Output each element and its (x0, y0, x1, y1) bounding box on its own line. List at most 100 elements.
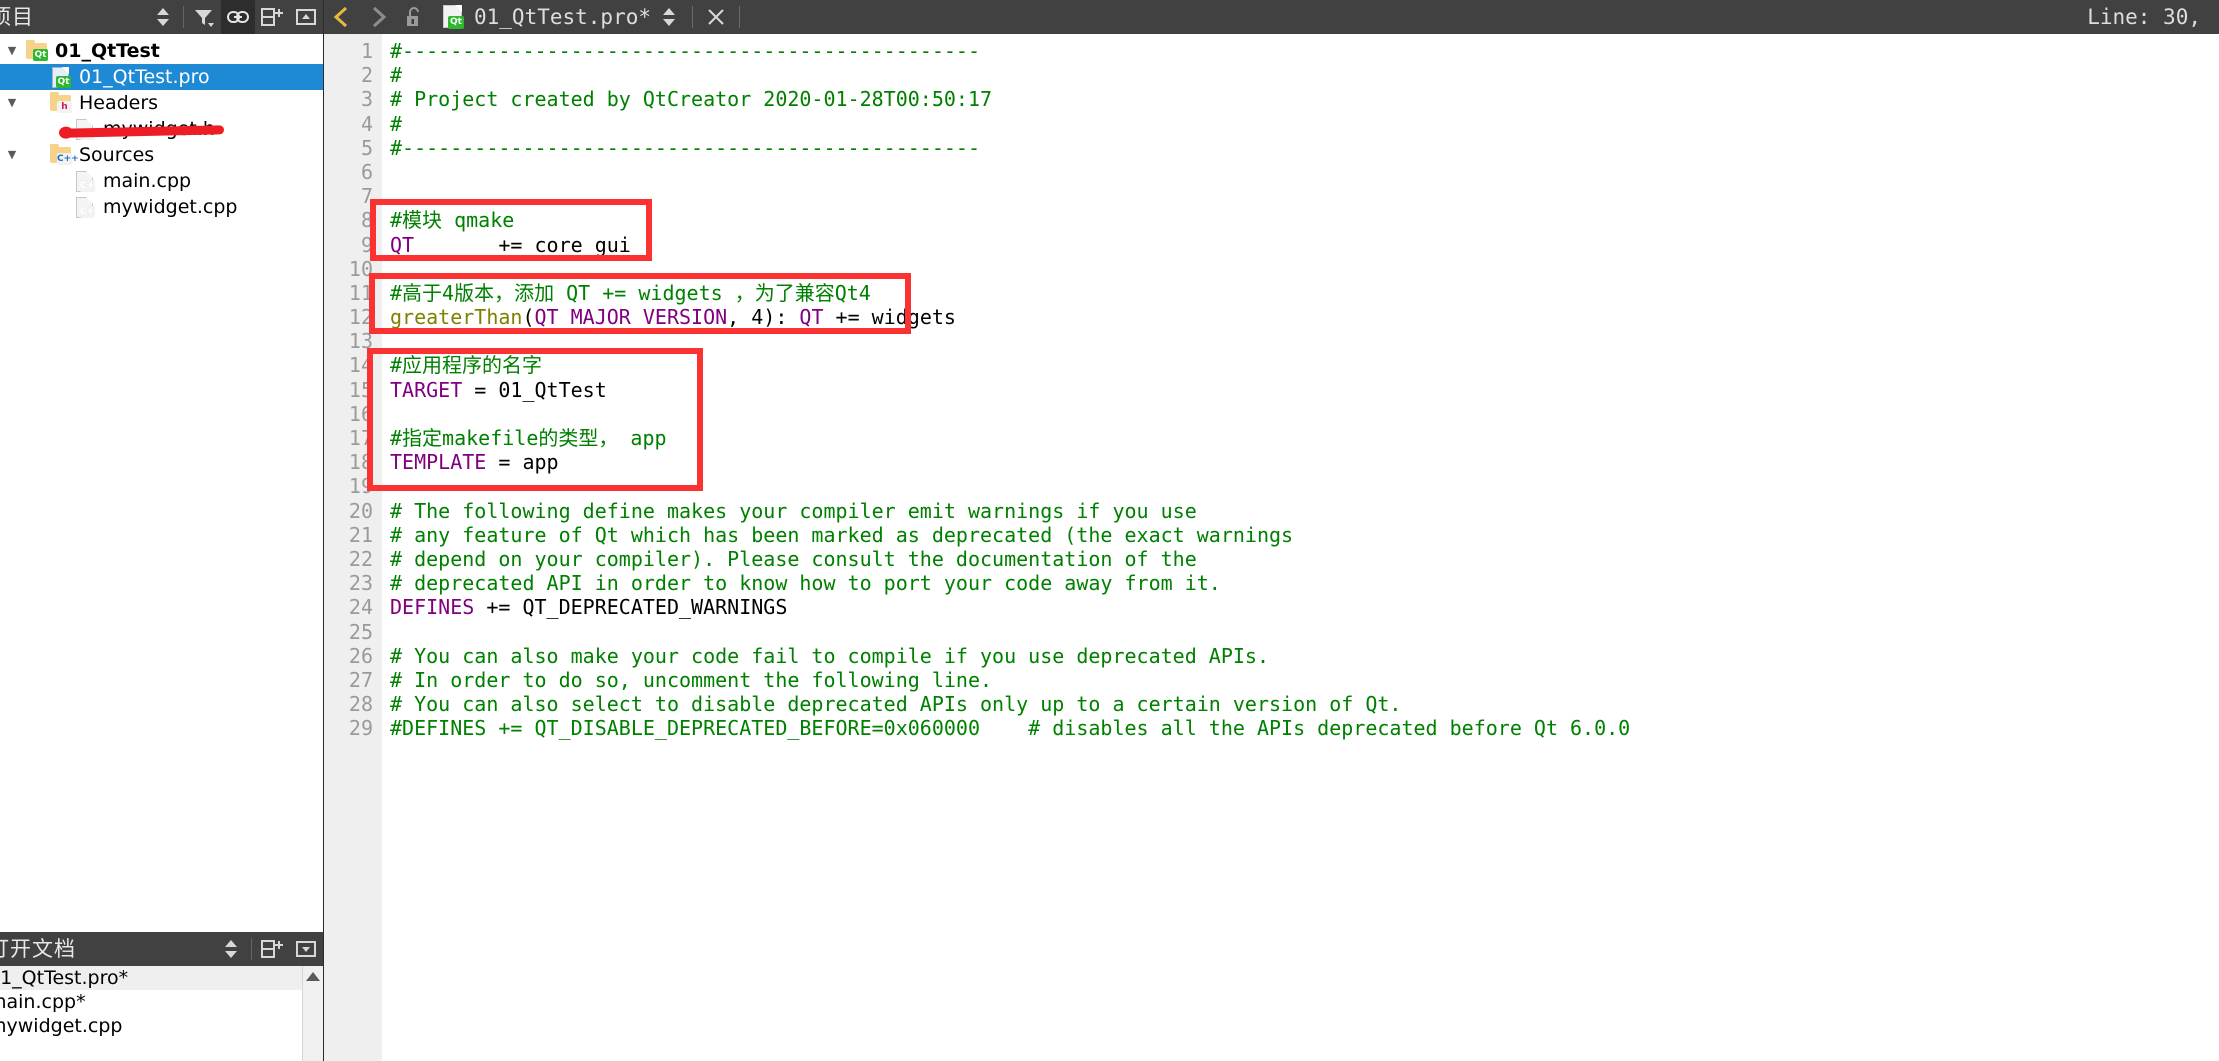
line-number: 28 (348, 692, 373, 717)
code-line[interactable]: #---------------------------------------… (390, 39, 2219, 63)
code-line[interactable]: #模块 qmake (390, 208, 2219, 232)
code-line[interactable]: DEFINES += QT_DEPRECATED_WARNINGS (390, 595, 2219, 619)
chevron-down-icon[interactable]: ▼ (0, 142, 24, 168)
list-item[interactable]: 01_QtTest.pro* (0, 966, 323, 990)
chevron-down-icon[interactable]: ▼ (0, 90, 24, 116)
line-number: 15 (348, 377, 373, 402)
code-token: += QT_DEPRECATED_WARNINGS (474, 595, 788, 620)
code-line[interactable]: greaterThan(QT_MAJOR_VERSION, 4): QT += … (390, 305, 2219, 329)
list-item[interactable]: mywidget.cpp (0, 1014, 323, 1038)
line-number: 21 (348, 522, 373, 547)
updown-arrows-icon (663, 8, 676, 26)
code-text[interactable]: #---------------------------------------… (382, 34, 2219, 1061)
code-line[interactable]: #高于4版本，添加 QT += widgets ，为了兼容Qt4 (390, 281, 2219, 305)
file-qt-icon: Qt (48, 66, 74, 88)
code-token: #---------------------------------------… (390, 39, 981, 63)
line-number: 8 (360, 208, 373, 233)
code-line[interactable] (390, 184, 2219, 208)
tree-item-main-cpp[interactable]: C++ main.cpp (0, 168, 323, 194)
file-cpp-icon: C++ (72, 196, 102, 218)
sync-selector-icon[interactable] (146, 0, 180, 34)
document-selector-button[interactable] (651, 0, 687, 34)
code-line[interactable] (390, 257, 2219, 281)
code-editor[interactable]: 1 2 3 4 5 6 7 8 9 10 11 12 13 14 15 16 17 18 19 20 21 22 23 24 2… (323, 34, 2219, 1061)
chain-link-glyph (227, 11, 249, 23)
collapse-box-glyph (296, 9, 316, 25)
tree-item-pro-file[interactable]: Qt 01_QtTest.pro (0, 64, 323, 90)
cursor-position-status: Line: 30, (2087, 5, 2201, 29)
tree-item-label: Sources (79, 144, 155, 166)
tree-item-label: mywidget.h (103, 118, 215, 140)
code-line[interactable]: # You can also select to disable depreca… (390, 692, 2219, 716)
tree-item-mywidget-h[interactable]: h mywidget.h (0, 116, 323, 142)
navigate-forward-button[interactable] (360, 0, 396, 34)
code-token: QT (390, 232, 415, 257)
navigate-back-button[interactable] (324, 0, 360, 34)
code-line[interactable]: # deprecated API in order to know how to… (390, 571, 2219, 595)
code-line[interactable]: # In order to do so, uncomment the follo… (390, 668, 2219, 692)
code-line[interactable]: #DEFINES += QT_DISABLE_DEPRECATED_BEFORE… (390, 716, 2219, 740)
tree-item-label: main.cpp (103, 170, 192, 192)
qt-creator-window: 项目 ▼ Qt 01_QtTest Qt 01_QtTest.pro ▼ h H… (0, 0, 2219, 1061)
code-line[interactable]: #---------------------------------------… (390, 136, 2219, 160)
code-line[interactable]: QT += core gui (390, 233, 2219, 257)
line-number: 12 (348, 305, 373, 330)
code-token: # any feature of Qt which has been marke… (390, 522, 1294, 547)
line-number: 29 (348, 716, 373, 741)
split-plus-glyph (261, 940, 283, 958)
folder-h-icon: h (48, 92, 74, 114)
lock-toggle-button[interactable] (396, 0, 432, 34)
line-number: 25 (348, 619, 373, 644)
open-documents-list[interactable]: 01_QtTest.pro* main.cpp* mywidget.cpp (0, 966, 323, 1061)
link-with-editor-icon[interactable] (221, 0, 255, 34)
code-line[interactable] (390, 474, 2219, 498)
code-line[interactable]: #应用程序的名字 (390, 353, 2219, 377)
split-add-icon[interactable] (255, 0, 289, 34)
code-line[interactable]: TEMPLATE = app (390, 450, 2219, 474)
code-line[interactable]: # You can also make your code fail to co… (390, 644, 2219, 668)
left-sidebar: 项目 ▼ Qt 01_QtTest Qt 01_QtTest.pro ▼ h H… (0, 0, 323, 1061)
tree-item-mywidget-cpp[interactable]: C++ mywidget.cpp (0, 194, 323, 220)
close-panel-icon[interactable] (289, 932, 323, 966)
open-documents-scrollbar[interactable] (302, 966, 323, 1061)
code-line[interactable]: # Project created by QtCreator 2020-01-2… (390, 87, 2219, 111)
line-number: 19 (348, 474, 373, 499)
sync-selector-icon[interactable] (214, 932, 248, 966)
project-tree[interactable]: ▼ Qt 01_QtTest Qt 01_QtTest.pro ▼ h Head… (0, 34, 323, 932)
code-token: , 4): (727, 305, 800, 330)
open-documents-title: 打开文档 (0, 937, 76, 961)
code-token: ( (522, 305, 535, 330)
code-line[interactable] (390, 620, 2219, 644)
code-line[interactable]: # (390, 63, 2219, 87)
code-line[interactable]: # (390, 112, 2219, 136)
editor-filename[interactable]: 01_QtTest.pro* (474, 0, 651, 34)
code-line[interactable]: # The following define makes your compil… (390, 499, 2219, 523)
line-number: 11 (348, 280, 373, 305)
code-token: QT (799, 305, 824, 330)
tree-item-project-root[interactable]: ▼ Qt 01_QtTest (0, 38, 323, 64)
code-token: DEFINES (390, 595, 475, 620)
code-token: # You can also make your code fail to co… (390, 643, 1269, 668)
split-add-icon[interactable] (255, 932, 289, 966)
code-line[interactable]: #指定makefile的类型， app (390, 426, 2219, 450)
collapse-box-glyph (296, 941, 316, 957)
code-line[interactable]: # any feature of Qt which has been marke… (390, 523, 2219, 547)
list-item[interactable]: main.cpp* (0, 990, 323, 1014)
code-line[interactable] (390, 402, 2219, 426)
scroll-up-arrow-icon[interactable] (306, 972, 320, 981)
code-line[interactable] (390, 329, 2219, 353)
chevron-down-icon[interactable]: ▼ (0, 38, 24, 64)
filter-icon[interactable] (187, 0, 221, 34)
toolbar-divider (251, 938, 252, 960)
close-panel-icon[interactable] (289, 0, 323, 34)
tree-item-sources-folder[interactable]: ▼ C++ Sources (0, 142, 323, 168)
code-line[interactable]: # depend on your compiler). Please consu… (390, 547, 2219, 571)
close-document-button[interactable] (698, 0, 734, 34)
code-line[interactable]: TARGET = 01_QtTest (390, 378, 2219, 402)
tree-item-headers-folder[interactable]: ▼ h Headers (0, 90, 323, 116)
tree-item-label: Headers (79, 92, 159, 114)
code-token: # In order to do so, uncomment the follo… (390, 667, 993, 692)
code-token: greaterThan (390, 305, 523, 330)
code-line[interactable] (390, 160, 2219, 184)
folder-qt-icon: Qt (24, 40, 50, 62)
